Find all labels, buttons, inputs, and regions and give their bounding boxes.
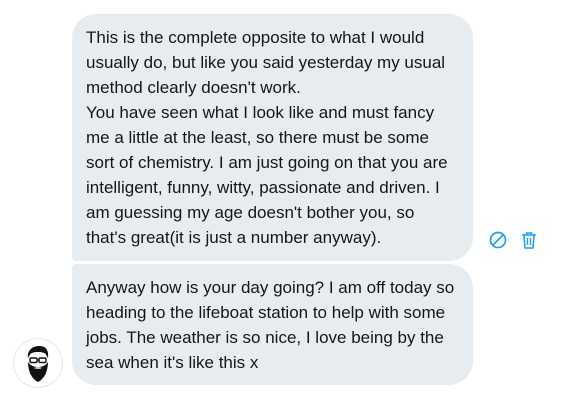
bearded-man-avatar-icon [27, 346, 49, 382]
avatar[interactable] [14, 339, 62, 387]
delete-icon[interactable] [519, 230, 539, 250]
message-actions [488, 230, 539, 250]
message-paragraph: Anyway how is your day going? I am off t… [86, 278, 455, 372]
message-paragraph: You have seen what I look like and must … [86, 103, 448, 247]
dm-conversation: This is the complete opposite to what I … [0, 0, 575, 414]
message-bubble[interactable]: This is the complete opposite to what I … [72, 14, 473, 261]
message-bubble[interactable]: Anyway how is your day going? I am off t… [72, 264, 473, 385]
message-paragraph: This is the complete opposite to what I … [86, 28, 446, 97]
report-icon[interactable] [488, 230, 508, 250]
